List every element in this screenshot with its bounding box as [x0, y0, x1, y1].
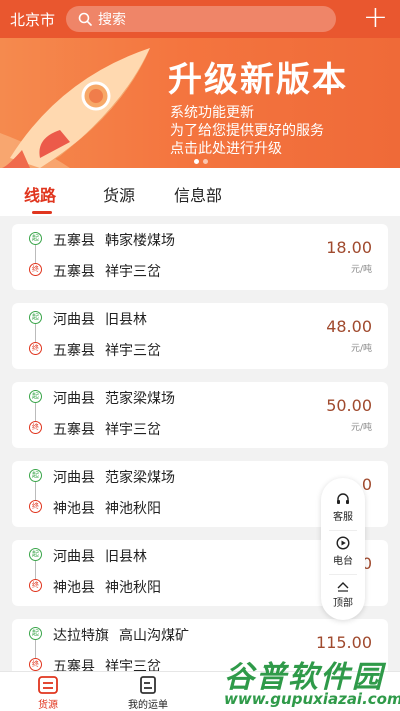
search-icon — [78, 12, 92, 26]
end-pin-icon: 终 — [29, 500, 42, 513]
banner-line-1: 系统功能更新 — [170, 105, 254, 121]
nav-cargo[interactable]: 货源 — [38, 676, 58, 711]
route-origin: 河曲县 范家梁煤场 — [53, 391, 175, 407]
add-button[interactable]: + — [363, 3, 388, 33]
customer-service-button[interactable]: 客服 — [321, 492, 365, 523]
scroll-top-label: 顶部 — [333, 598, 353, 609]
end-pin-icon: 终 — [29, 579, 42, 592]
banner-line-2: 为了给您提供更好的服务 — [170, 123, 324, 139]
customer-service-label: 客服 — [333, 512, 353, 523]
route-destination: 五寨县 祥宇三岔 — [53, 264, 161, 280]
start-pin-icon: 起 — [29, 548, 42, 561]
nav-my-waybills-label: 我的运单 — [128, 700, 168, 711]
start-pin-icon: 起 — [29, 232, 42, 245]
search-input[interactable]: 搜索 — [66, 6, 336, 32]
route-destination: 神池县 神池秋阳 — [53, 580, 161, 596]
price-unit: 元/吨 — [350, 344, 372, 354]
route-card[interactable]: 起 终 河曲县 范家梁煤场 五寨县 祥宇三岔 50.00 元/吨 — [12, 382, 388, 448]
route-connector — [35, 640, 36, 658]
route-destination: 五寨县 祥宇三岔 — [53, 343, 161, 359]
rocket-icon — [0, 48, 150, 168]
banner-title: 升级新版本 — [168, 60, 348, 100]
tab-info-dept[interactable]: 信息部 — [174, 182, 222, 206]
route-origin: 河曲县 旧县林 — [53, 549, 147, 565]
route-origin: 五寨县 韩家楼煤场 — [53, 233, 175, 249]
route-connector — [35, 403, 36, 421]
end-pin-icon: 终 — [29, 658, 42, 671]
tab-cargo[interactable]: 货源 — [103, 182, 135, 206]
scroll-top-button[interactable]: 顶部 — [321, 580, 365, 609]
route-destination: 神池县 神池秋阳 — [53, 501, 161, 517]
start-pin-icon: 起 — [29, 311, 42, 324]
route-price: 48.00 — [326, 317, 372, 336]
end-pin-icon: 终 — [29, 342, 42, 355]
route-origin: 达拉特旗 高山沟煤矿 — [53, 628, 189, 644]
arrow-up-icon — [337, 582, 349, 592]
route-card[interactable]: 起 终 五寨县 韩家楼煤场 五寨县 祥宇三岔 18.00 元/吨 — [12, 224, 388, 290]
nav-cargo-label: 货源 — [38, 700, 58, 711]
radio-label: 电台 — [333, 556, 353, 567]
route-price: 115.00 — [316, 633, 372, 652]
nav-my-waybills[interactable]: 我的运单 — [128, 676, 168, 711]
route-connector — [35, 482, 36, 500]
start-pin-icon: 起 — [29, 469, 42, 482]
menu-divider — [329, 574, 357, 575]
route-card[interactable]: 起 终 河曲县 旧县林 五寨县 祥宇三岔 48.00 元/吨 — [12, 303, 388, 369]
menu-divider — [329, 530, 357, 531]
price-unit: 元/吨 — [350, 423, 372, 433]
route-origin: 河曲县 范家梁煤场 — [53, 470, 175, 486]
play-circle-icon — [336, 536, 350, 550]
tab-routes[interactable]: 线路 — [24, 182, 56, 206]
end-pin-icon: 终 — [29, 421, 42, 434]
carousel-dots — [194, 159, 208, 164]
watermark-url: www.gupuxiazai.com — [224, 690, 400, 708]
route-connector — [35, 561, 36, 579]
active-tab-indicator — [32, 211, 52, 214]
top-header: 北京市 搜索 + — [0, 0, 400, 38]
carousel-dot[interactable] — [194, 159, 199, 164]
start-pin-icon: 起 — [29, 390, 42, 403]
route-price: 50.00 — [326, 396, 372, 415]
route-destination: 五寨县 祥宇三岔 — [53, 422, 161, 438]
document-icon — [140, 676, 156, 694]
upgrade-banner[interactable]: 升级新版本 系统功能更新 为了给您提供更好的服务 点击此处进行升级 — [0, 38, 400, 168]
route-connector — [35, 245, 36, 263]
floating-quick-menu: 客服 电台 顶部 — [321, 478, 365, 620]
carousel-dot[interactable] — [203, 159, 208, 164]
route-connector — [35, 324, 36, 342]
tab-bar: 线路 货源 信息部 — [0, 168, 400, 216]
banner-line-3: 点击此处进行升级 — [170, 141, 282, 157]
price-unit: 元/吨 — [350, 265, 372, 275]
cargo-icon — [38, 676, 58, 694]
start-pin-icon: 起 — [29, 627, 42, 640]
route-origin: 河曲县 旧县林 — [53, 312, 147, 328]
search-placeholder: 搜索 — [98, 12, 126, 28]
radio-button[interactable]: 电台 — [321, 536, 365, 567]
end-pin-icon: 终 — [29, 263, 42, 276]
route-price: 18.00 — [326, 238, 372, 257]
headset-icon — [337, 493, 349, 504]
site-watermark: 谷普软件园 www.gupuxiazai.com — [220, 652, 400, 710]
city-selector[interactable]: 北京市 — [10, 9, 60, 30]
